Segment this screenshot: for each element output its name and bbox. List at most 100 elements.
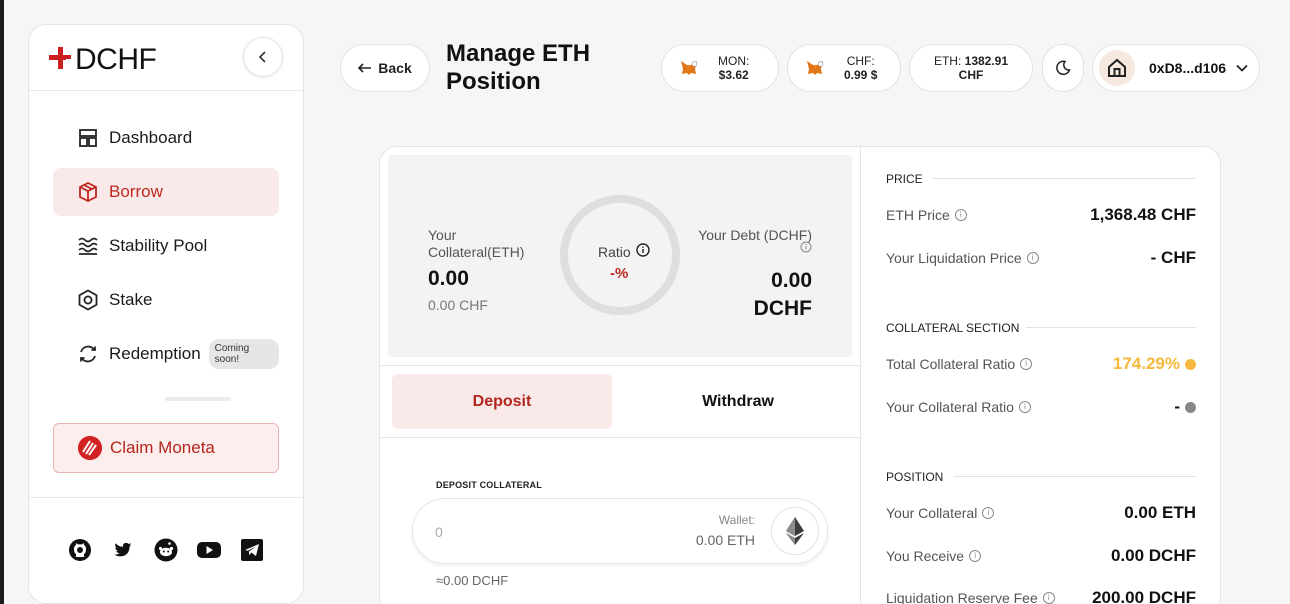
you-receive-value: 0.00 DCHF	[1110, 546, 1196, 565]
moneta-coin-icon	[78, 436, 102, 460]
info-icon[interactable]: i	[1026, 252, 1039, 264]
collateral-label: Your Collateral(ETH)	[428, 227, 525, 260]
approx-dchf-value: ≈0.00 DCHF	[436, 573, 509, 588]
divider	[380, 437, 860, 438]
you-receive-row: You Receive i 0.00 DCHF	[886, 546, 1196, 565]
metamask-fox-icon	[680, 60, 698, 76]
info-icon[interactable]: i	[969, 550, 982, 562]
eth-price-pill[interactable]: ETH: 1382.91 CHF	[909, 44, 1033, 92]
nav-item-borrow[interactable]: Borrow	[53, 168, 279, 216]
nav-item-dashboard[interactable]: Dashboard	[53, 114, 279, 162]
eth-price-value: 1,368.48 CHF	[1090, 205, 1196, 224]
ratio-value: -%	[610, 265, 629, 282]
chf-price-pill[interactable]: CHF: 0.99 $	[787, 44, 901, 92]
deposit-amount-field: Wallet: 0.00 ETH	[412, 498, 828, 564]
nav-label: Stability Pool	[109, 236, 208, 255]
moon-icon	[1056, 60, 1071, 76]
debt-label: Your Debt (DCHF)	[698, 227, 812, 243]
your-collateral-row: Your Collateral i 0.00 ETH	[886, 503, 1196, 522]
arrow-left-icon	[358, 60, 372, 76]
liquidation-price-value: - CHF	[1150, 248, 1196, 267]
chf-price: CHF: 0.99 $	[844, 54, 878, 82]
your-collateral-ratio-row: Your Collateral Ratio i -	[886, 397, 1196, 417]
scroll-indicator[interactable]	[165, 397, 231, 401]
total-collateral-ratio-row: Total Collateral Ratio i 174.29%	[886, 354, 1196, 374]
manage-position-card: Your Collateral(ETH) 0.00 0.00 CHF Ratio…	[379, 146, 1221, 604]
eth-token-button[interactable]	[771, 507, 819, 555]
chevron-down-icon	[1236, 59, 1248, 77]
dashboard-icon	[77, 127, 99, 149]
dchf-logo[interactable]: DCHF	[49, 43, 157, 77]
info-icon[interactable]	[635, 243, 650, 260]
page-title: Manage ETH Position	[446, 40, 591, 95]
wallet-account-button[interactable]: 0xD8...d106	[1092, 44, 1260, 92]
box-icon	[77, 181, 99, 203]
your-collateral-value: 0.00 ETH	[1124, 503, 1196, 522]
your-collateral-ratio-value: -	[1174, 397, 1196, 417]
divider	[29, 90, 303, 91]
collapse-sidebar-button[interactable]	[243, 37, 283, 77]
deposit-collateral-label: DEPOSIT COLLATERAL	[436, 480, 542, 490]
debt-value: 0.00 DCHF	[753, 269, 812, 320]
info-icon[interactable]	[800, 240, 812, 258]
claim-moneta-label: Claim Moneta	[110, 438, 215, 457]
logo-text: DCHF	[75, 43, 157, 76]
wallet-address: 0xD8...d106	[1149, 60, 1227, 76]
eth-price-row: ETH Price i 1,368.48 CHF	[886, 205, 1196, 224]
status-dot	[1185, 358, 1196, 370]
hexagon-icon	[77, 289, 99, 311]
youtube-icon[interactable]	[196, 537, 222, 563]
window-edge	[0, 0, 4, 604]
chevron-left-icon	[258, 51, 266, 63]
back-label: Back	[378, 60, 412, 76]
liquidation-reserve-fee-row: Liquidation Reserve Fee i 200.00 DCHF	[886, 588, 1196, 604]
section-heading-collateral: COLLATERAL SECTION	[886, 321, 1196, 335]
nav-label: Dashboard	[109, 128, 193, 147]
social-links	[67, 537, 265, 563]
nav-label: Redemption	[109, 344, 201, 363]
nav-item-stability-pool[interactable]: Stability Pool	[53, 222, 279, 270]
liquidation-price-row: Your Liquidation Price i - CHF	[886, 248, 1196, 267]
deposit-amount-input[interactable]	[435, 521, 635, 543]
waves-icon	[77, 235, 99, 257]
telegram-icon[interactable]	[239, 537, 265, 563]
home-icon	[1099, 50, 1135, 86]
claim-moneta-button[interactable]: Claim Moneta	[53, 423, 279, 473]
ratio-label: Ratio	[598, 243, 650, 260]
info-icon[interactable]: i	[1018, 401, 1031, 413]
tab-withdraw[interactable]: Withdraw	[628, 374, 848, 429]
total-collateral-ratio-value: 174.29%	[1113, 354, 1196, 374]
eth-price: ETH: 1382.91 CHF	[933, 54, 1009, 82]
wallet-balance-label: Wallet:	[718, 513, 755, 527]
theme-toggle-button[interactable]	[1042, 44, 1084, 92]
section-heading-price: PRICE	[886, 172, 1196, 186]
github-icon[interactable]	[67, 537, 93, 563]
info-icon[interactable]: i	[1042, 592, 1055, 604]
collateral-value: 0.00	[428, 267, 469, 290]
tab-deposit[interactable]: Deposit	[392, 374, 612, 429]
coming-soon-badge: Coming soon!	[208, 339, 279, 369]
divider	[860, 147, 861, 604]
info-icon[interactable]: i	[982, 507, 995, 519]
refresh-icon	[77, 343, 99, 365]
reddit-icon[interactable]	[153, 537, 179, 563]
metamask-fox-icon	[806, 60, 824, 76]
info-icon[interactable]: i	[1020, 358, 1033, 370]
divider	[380, 365, 860, 366]
back-button[interactable]: Back	[340, 44, 430, 92]
section-heading-position: POSITION	[886, 470, 1196, 484]
mon-price-pill[interactable]: MON: $3.62	[661, 44, 779, 92]
nav-label: Stake	[109, 290, 153, 309]
liquidation-reserve-fee-value: 200.00 DCHF	[1092, 588, 1196, 604]
status-dot	[1185, 401, 1196, 413]
info-icon[interactable]: i	[954, 209, 967, 221]
position-summary: Your Collateral(ETH) 0.00 0.00 CHF Ratio…	[388, 155, 852, 357]
twitter-icon[interactable]	[110, 537, 136, 563]
sidebar: DCHF Dashboard Borrow Stability Pool Sta…	[28, 24, 304, 604]
ethereum-icon	[786, 517, 804, 545]
nav-item-stake[interactable]: Stake	[53, 276, 279, 324]
logo-mark-icon	[49, 44, 75, 76]
mon-price: MON: $3.62	[718, 54, 750, 82]
wallet-balance-value: 0.00 ETH	[695, 532, 755, 548]
nav-item-redemption[interactable]: Redemption Coming soon!	[53, 330, 279, 378]
